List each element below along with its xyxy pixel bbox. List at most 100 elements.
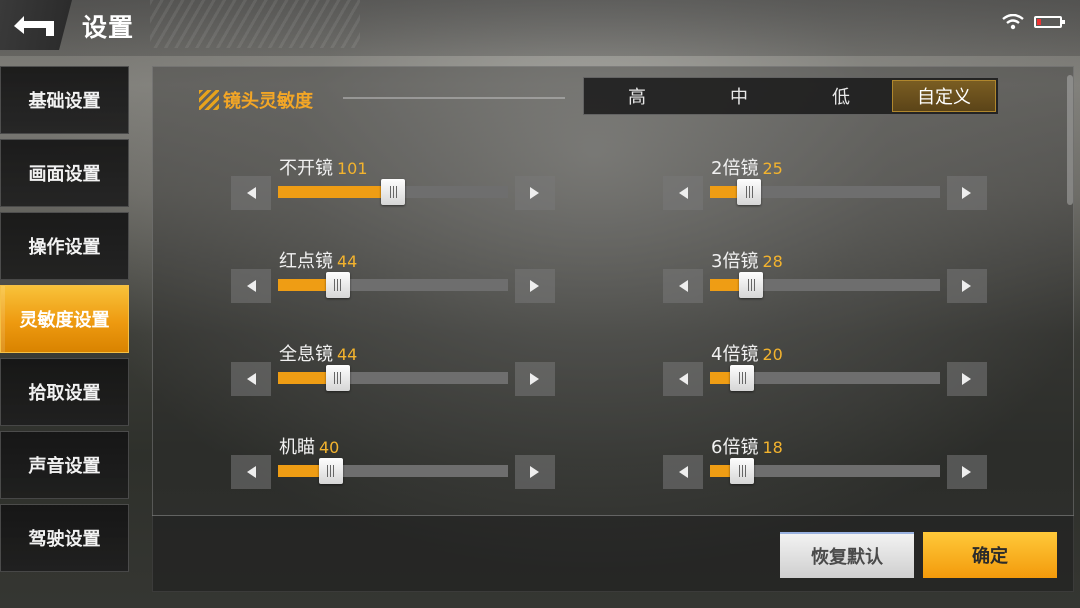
arrow-left-icon <box>247 280 256 292</box>
decrease-button[interactable] <box>663 362 703 396</box>
slider-thumb[interactable] <box>381 179 405 205</box>
arrow-left-icon <box>679 187 688 199</box>
slider-fill <box>278 186 393 198</box>
preset-low[interactable]: 低 <box>790 80 892 112</box>
slider-track[interactable] <box>710 272 940 298</box>
slider-thumb[interactable] <box>739 272 764 298</box>
slider-2x-scope: 2倍镜 25 <box>663 154 987 224</box>
increase-button[interactable] <box>515 455 555 489</box>
slider-thumb[interactable] <box>737 179 762 205</box>
arrow-left-icon <box>247 373 256 385</box>
arrow-left-icon <box>679 466 688 478</box>
slider-name: 机瞄 <box>279 437 315 458</box>
decrease-button[interactable] <box>663 176 703 210</box>
increase-button[interactable] <box>947 176 987 210</box>
sidebar-item-label: 声音设置 <box>28 456 101 477</box>
slider-label: 4倍镜 20 <box>711 340 783 366</box>
slider-thumb[interactable] <box>730 458 755 484</box>
increase-button[interactable] <box>515 362 555 396</box>
slider-value: 44 <box>337 252 358 271</box>
slider-track[interactable] <box>278 458 508 484</box>
slider-thumb[interactable] <box>318 458 343 484</box>
slider-label: 红点镜 44 <box>279 247 357 273</box>
page-title: 设置 <box>82 13 135 42</box>
decrease-button[interactable] <box>231 269 271 303</box>
sidebar-item-sound[interactable]: 声音设置 <box>0 431 129 499</box>
decrease-button[interactable] <box>663 455 703 489</box>
arrow-right-icon <box>530 466 539 478</box>
slider-label: 全息镜 44 <box>279 340 357 366</box>
settings-panel: 镜头灵敏度 高 中 低 自定义 不开镜 101 红点镜 44 全息镜 44 机瞄 40 … <box>152 66 1074 592</box>
arrow-left-icon <box>679 280 688 292</box>
reset-default-button[interactable]: 恢复默认 <box>780 532 914 578</box>
sidebar-item-driving[interactable]: 驾驶设置 <box>0 504 129 572</box>
slider-name: 全息镜 <box>279 344 333 365</box>
sidebar: 基础设置 画面设置 操作设置 灵敏度设置 拾取设置 声音设置 驾驶设置 <box>0 66 131 577</box>
slider-red-dot: 红点镜 44 <box>231 247 555 317</box>
slider-track[interactable] <box>278 365 508 391</box>
arrow-right-icon <box>530 280 539 292</box>
sidebar-item-sensitivity[interactable]: 灵敏度设置 <box>0 285 129 353</box>
sidebar-item-label: 灵敏度设置 <box>19 310 110 331</box>
slider-iron-sight: 机瞄 40 <box>231 433 555 503</box>
section-title: 镜头灵敏度 <box>223 91 313 112</box>
increase-button[interactable] <box>947 362 987 396</box>
slider-thumb[interactable] <box>730 365 755 391</box>
sidebar-item-label: 拾取设置 <box>28 383 101 404</box>
slider-value: 40 <box>319 438 340 457</box>
preset-custom[interactable]: 自定义 <box>892 80 996 112</box>
arrow-left-icon <box>247 466 256 478</box>
footer-bar: 恢复默认 确定 <box>152 515 1074 592</box>
slider-track[interactable] <box>710 179 940 205</box>
slider-value: 18 <box>762 438 783 457</box>
arrow-left-icon <box>247 187 256 199</box>
decrease-button[interactable] <box>663 269 703 303</box>
increase-button[interactable] <box>515 269 555 303</box>
increase-button[interactable] <box>947 269 987 303</box>
slider-4x-scope: 4倍镜 20 <box>663 340 987 410</box>
slider-value: 20 <box>762 345 783 364</box>
sidebar-item-label: 操作设置 <box>28 237 101 258</box>
slider-name: 2倍镜 <box>711 158 759 179</box>
title-decoration <box>150 0 360 48</box>
preset-high[interactable]: 高 <box>586 80 688 112</box>
slider-track[interactable] <box>278 272 508 298</box>
slider-track[interactable] <box>710 365 940 391</box>
slider-name: 6倍镜 <box>711 437 759 458</box>
slider-3x-scope: 3倍镜 28 <box>663 247 987 317</box>
back-button[interactable] <box>0 0 72 50</box>
wifi-icon <box>1002 14 1024 30</box>
increase-button[interactable] <box>947 455 987 489</box>
back-arrow-icon <box>14 16 54 36</box>
slider-thumb[interactable] <box>325 272 350 298</box>
slider-value: 44 <box>337 345 358 364</box>
confirm-button[interactable]: 确定 <box>923 532 1057 578</box>
decrease-button[interactable] <box>231 455 271 489</box>
arrow-right-icon <box>962 187 971 199</box>
decrease-button[interactable] <box>231 176 271 210</box>
sidebar-item-graphics[interactable]: 画面设置 <box>0 139 129 207</box>
slider-label: 机瞄 40 <box>279 433 339 459</box>
slider-6x-scope: 6倍镜 18 <box>663 433 987 503</box>
slider-track[interactable] <box>278 179 508 205</box>
increase-button[interactable] <box>515 176 555 210</box>
preset-medium[interactable]: 中 <box>688 80 790 112</box>
slider-name: 不开镜 <box>279 158 333 179</box>
sidebar-item-basic[interactable]: 基础设置 <box>0 66 129 134</box>
slider-name: 4倍镜 <box>711 344 759 365</box>
sidebar-item-label: 基础设置 <box>28 91 101 112</box>
sidebar-item-pickup[interactable]: 拾取设置 <box>0 358 129 426</box>
arrow-right-icon <box>962 373 971 385</box>
arrow-right-icon <box>530 373 539 385</box>
slider-label: 2倍镜 25 <box>711 154 783 180</box>
scrollbar[interactable] <box>1067 75 1073 205</box>
section-header: 镜头灵敏度 <box>199 87 313 113</box>
preset-selector: 高 中 低 自定义 <box>583 77 999 115</box>
sidebar-item-controls[interactable]: 操作设置 <box>0 212 129 280</box>
decrease-button[interactable] <box>231 362 271 396</box>
arrow-right-icon <box>962 280 971 292</box>
status-bar <box>1002 14 1065 30</box>
slider-name: 3倍镜 <box>711 251 759 272</box>
slider-thumb[interactable] <box>325 365 350 391</box>
slider-track[interactable] <box>710 458 940 484</box>
